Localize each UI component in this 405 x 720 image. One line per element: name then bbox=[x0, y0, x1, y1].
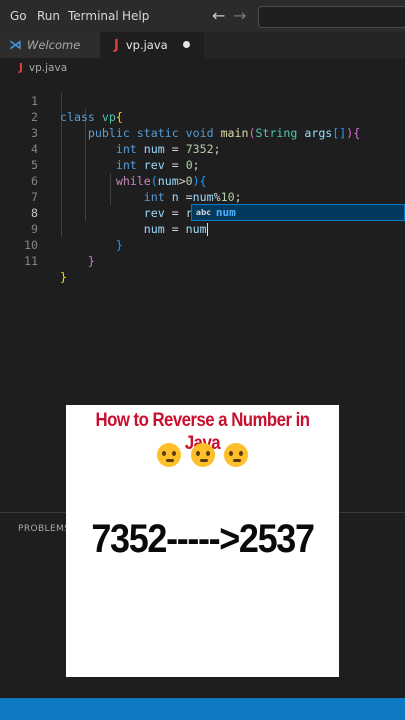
code-line: 3 int num = 7352; bbox=[0, 109, 405, 156]
code-line: 4 int rev = 0; bbox=[0, 125, 405, 172]
code-text: } bbox=[60, 270, 67, 284]
tab-vp-java[interactable]: J vp.java bbox=[100, 32, 204, 58]
menu-run[interactable]: Run bbox=[37, 9, 60, 23]
code-line: 7 rev = rev*10+n; bbox=[0, 173, 405, 220]
tab-label: vp.java bbox=[125, 38, 168, 52]
arrow-left-icon[interactable]: ← bbox=[212, 6, 225, 25]
tab-label: Welcome bbox=[27, 38, 81, 52]
tab-welcome[interactable]: ⋊ Welcome bbox=[0, 32, 100, 58]
status-bar bbox=[0, 698, 405, 720]
java-icon: J bbox=[19, 62, 23, 74]
code-line: 1 class vp{ bbox=[0, 77, 405, 124]
code-text: } bbox=[87, 254, 95, 268]
code-line: 6 int n =num%10; bbox=[0, 157, 405, 204]
thinking-face-icon bbox=[190, 443, 215, 467]
code-line: 10 } bbox=[0, 221, 405, 268]
code-line: 11 } bbox=[0, 237, 405, 284]
thinking-face-icon bbox=[157, 443, 182, 467]
thinking-face-icon bbox=[223, 443, 248, 467]
menu-terminal[interactable]: Terminal bbox=[68, 9, 119, 23]
breadcrumb: J vp.java bbox=[19, 62, 67, 74]
suggestion-label: num bbox=[215, 206, 236, 219]
editor-tab-bar: ⋊ Welcome J vp.java bbox=[0, 32, 405, 58]
menu-bar: Go Run Terminal Help ← → bbox=[0, 0, 405, 32]
breadcrumb-file[interactable]: vp.java bbox=[29, 62, 67, 74]
arrow-right-icon[interactable]: → bbox=[233, 6, 246, 25]
overlay-headline: 7352----->2537 bbox=[91, 517, 315, 561]
unsaved-dot-icon[interactable] bbox=[183, 41, 190, 48]
autocomplete-suggestion[interactable]: abc num bbox=[191, 204, 405, 221]
code-line: 2 public static void main(String args[])… bbox=[0, 93, 405, 140]
code-line-current: 8 num = num bbox=[0, 189, 405, 236]
emoji-row bbox=[66, 443, 339, 471]
menu-go[interactable]: Go bbox=[10, 9, 27, 23]
line-number: 11 bbox=[24, 254, 38, 268]
title-card-overlay: How to Reverse a Number in Java 7352----… bbox=[66, 405, 339, 677]
menu-help[interactable]: Help bbox=[122, 9, 149, 23]
vscode-icon: ⋊ bbox=[9, 37, 22, 53]
code-line: 5 while(num>0){ bbox=[0, 141, 405, 188]
tab-problems[interactable]: PROBLEMS bbox=[18, 524, 70, 534]
text-suggestion-icon: abc bbox=[196, 208, 211, 217]
command-center-search[interactable] bbox=[258, 6, 405, 28]
java-icon: J bbox=[114, 37, 119, 53]
